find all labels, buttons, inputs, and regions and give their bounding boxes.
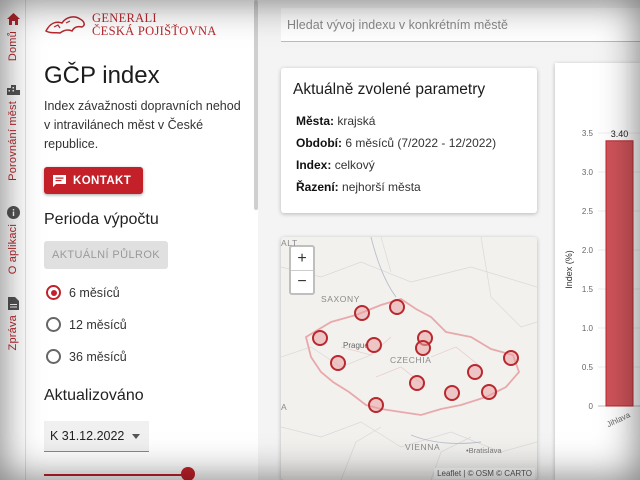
logo-line2: ČESKÁ POJIŠŤOVNA <box>92 24 217 38</box>
updated-select-value: K 31.12.2022 <box>50 429 125 443</box>
message-icon <box>53 174 66 187</box>
period-option-label: 12 měsíců <box>69 317 127 332</box>
param-value: celkový <box>334 158 375 172</box>
radio-icon <box>46 317 61 332</box>
map-label-saxony: SAXONY <box>321 294 361 304</box>
y-tick-label: 0.5 <box>582 363 594 372</box>
period-option-36[interactable]: 36 měsíců <box>46 349 127 364</box>
radio-icon <box>46 349 61 364</box>
parameters-card: Aktuálně zvolené parametry Města: krajsk… <box>281 68 537 213</box>
y-tick-label: 3.5 <box>582 129 594 138</box>
map-view[interactable]: + − ALT SAXONY Prague CZECHIA VIENNA •Br… <box>281 237 537 480</box>
map-label-bratislava: •Bratislava <box>466 446 502 455</box>
y-tick-label: 1.5 <box>582 285 594 294</box>
search-placeholder: Hledat vývoj indexu v konkrétním městě <box>287 17 508 32</box>
nav-label-about: O aplikaci <box>7 224 19 275</box>
city-search-input[interactable]: Hledat vývoj indexu v konkrétním městě <box>281 8 640 42</box>
param-key: Období: <box>296 136 342 150</box>
chevron-down-icon <box>132 434 140 439</box>
updated-heading: Aktualizováno <box>44 387 144 404</box>
nav-item-report[interactable]: Zpráva <box>0 296 26 350</box>
map-label-czechia: CZECHIA <box>390 355 432 365</box>
updated-select[interactable]: K 31.12.2022 <box>44 421 149 452</box>
param-row-period: Období: 6 měsíců (7/2022 - 12/2022) <box>296 136 496 150</box>
param-row-index: Index: celkový <box>296 158 375 172</box>
map-label-alt: ALT <box>281 238 298 248</box>
map-label-a: A <box>281 402 288 412</box>
bar <box>605 140 634 407</box>
y-tick-label: 2.0 <box>582 246 594 255</box>
nav-item-home[interactable]: Domů <box>0 12 26 61</box>
y-tick-label: 1.0 <box>582 324 594 333</box>
param-value: 6 měsíců (7/2022 - 12/2022) <box>345 136 497 150</box>
map-label-prague: Prague <box>343 341 369 350</box>
nav-label-compare: Porovnání měst <box>7 101 19 181</box>
nav-item-compare[interactable]: Porovnání měst <box>0 82 26 181</box>
contact-button[interactable]: KONTAKT <box>44 167 144 194</box>
param-value: krajská <box>337 114 376 128</box>
radio-selected-icon <box>46 285 61 300</box>
period-option-label: 36 měsíců <box>69 349 127 364</box>
param-key: Řazení: <box>296 180 339 194</box>
y-tick-label: 0 <box>589 402 594 411</box>
info-icon <box>6 205 20 219</box>
lion-icon <box>45 16 85 34</box>
logo-text: GENERALI ČESKÁ POJIŠŤOVNA <box>92 12 217 38</box>
y-tick-label: 3.0 <box>582 168 594 177</box>
period-option-12[interactable]: 12 měsíců <box>46 317 127 332</box>
home-icon <box>6 12 20 26</box>
page-title: GČP index <box>44 62 160 89</box>
parameters-title: Aktuálně zvolené parametry <box>293 81 486 98</box>
slider-thumb[interactable] <box>181 467 195 480</box>
zoom-in-button[interactable]: + <box>291 247 313 270</box>
x-tick-label: Jihlava <box>605 410 632 429</box>
y-axis-label: Index (%) <box>564 250 574 289</box>
nav-label-report: Zpráva <box>7 315 19 351</box>
index-chart: 0 0.5 1.0 1.5 2.0 2.5 3.0 3.5 Index (%) 3.40 Jihla… <box>555 63 640 480</box>
param-key: Index: <box>296 158 332 172</box>
param-row-cities: Města: krajská <box>296 114 375 128</box>
y-tick-label: 2.5 <box>582 207 594 216</box>
chart-canvas: 0 0.5 1.0 1.5 2.0 2.5 3.0 3.5 Index (%) 3.40 Jihla… <box>564 129 640 429</box>
map-label-vienna: VIENNA <box>405 442 441 452</box>
nav-label-home: Domů <box>7 31 19 62</box>
period-heading: Perioda výpočtu <box>44 211 159 228</box>
sidebar: GENERALI ČESKÁ POJIŠŤOVNA GČP index Inde… <box>26 0 258 480</box>
contact-button-label: KONTAKT <box>73 174 132 187</box>
document-icon <box>6 296 20 310</box>
bar-value-label: 3.40 <box>611 129 629 139</box>
city-icon <box>6 82 20 96</box>
vertical-nav: Domů Porovnání měst O aplikaci Zpráva <box>0 0 26 480</box>
map-attribution[interactable]: Leaflet | © OSM © CARTO <box>434 468 535 479</box>
generali-logo: GENERALI ČESKÁ POJIŠŤOVNA <box>44 12 217 38</box>
sidebar-scrollbar[interactable] <box>254 0 258 210</box>
zoom-control: + − <box>289 245 315 295</box>
param-key: Města: <box>296 114 335 128</box>
slider-track <box>44 474 192 476</box>
page-description: Index závažnosti dopravních nehod v intr… <box>44 99 241 151</box>
current-half-button[interactable]: AKTUÁLNÍ PŮLROK <box>44 241 168 269</box>
nav-item-about[interactable]: O aplikaci <box>0 205 26 274</box>
period-option-label: 6 měsíců <box>69 285 120 300</box>
period-option-6[interactable]: 6 měsíců <box>46 285 120 300</box>
param-value: nejhorší města <box>342 180 421 194</box>
param-row-sort: Řazení: nejhorší města <box>296 180 421 194</box>
zoom-out-button[interactable]: − <box>291 270 313 293</box>
